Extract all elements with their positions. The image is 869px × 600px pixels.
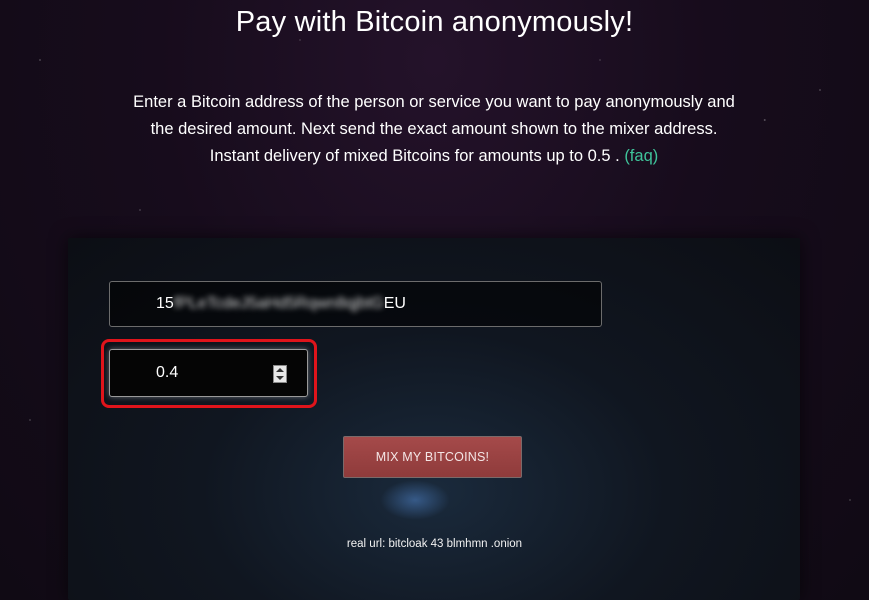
intro-line-3: Instant delivery of mixed Bitcoins for a… [209,147,620,165]
address-blurred-part: fPLeTcdeJ5aHd5Rqwn8qjbtG [173,295,384,312]
intro-line-2: the desired amount. Next send the exact … [150,120,718,138]
faq-link[interactable]: (faq) [624,147,658,165]
address-prefix: 15 [156,295,174,312]
real-url-text: real url: bitcloak 43 blmhmn .onion [346,538,523,550]
address-suffix: EU [383,295,406,312]
stepper-up-icon[interactable] [276,368,284,372]
amount-stepper[interactable] [273,365,287,383]
bitcoin-address-input[interactable]: 15fPLeTcdeJ5aHd5Rqwn8qjbtGEU [109,281,602,327]
amount-value: 0.4 [156,364,179,381]
page-title: Pay with Bitcoin anonymously! [235,6,634,38]
intro-line-1: Enter a Bitcoin address of the person or… [133,93,735,111]
stepper-down-icon[interactable] [276,376,284,380]
mix-bitcoins-button[interactable]: MIX MY BITCOINS! [343,436,522,478]
amount-input[interactable]: 0.4 [109,349,308,397]
intro-text: Enter a Bitcoin address of the person or… [84,89,784,170]
